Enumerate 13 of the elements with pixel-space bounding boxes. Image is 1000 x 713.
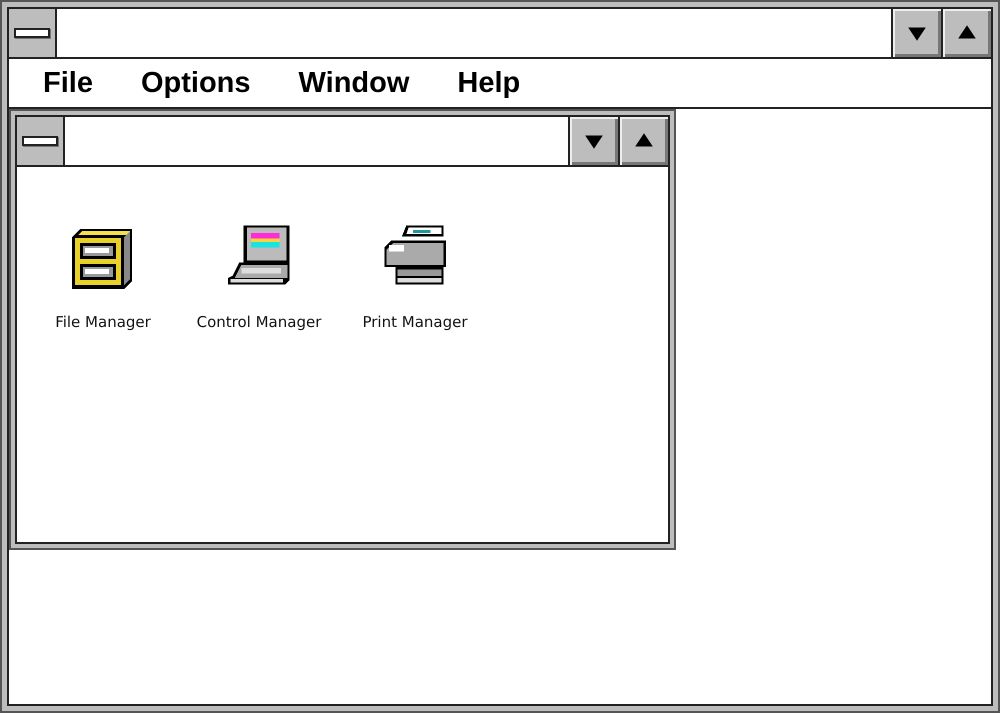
minimize-button[interactable] <box>568 117 618 165</box>
menu-item[interactable]: File <box>33 66 103 100</box>
menu-item[interactable]: Help <box>447 66 530 100</box>
system-menu-button[interactable] <box>17 117 65 165</box>
maximize-button[interactable] <box>618 117 668 165</box>
program-icon-label[interactable]: Control Manager <box>196 313 322 331</box>
maximize-button[interactable] <box>941 9 991 57</box>
menu-item[interactable]: Options <box>130 66 261 100</box>
menu-item[interactable]: Window <box>288 66 420 100</box>
minimize-button[interactable] <box>891 9 941 57</box>
program-icon-label[interactable]: File Manager <box>55 313 151 331</box>
system-menu-button[interactable] <box>9 9 57 57</box>
program-icon-label[interactable]: Print Manager <box>362 313 468 331</box>
